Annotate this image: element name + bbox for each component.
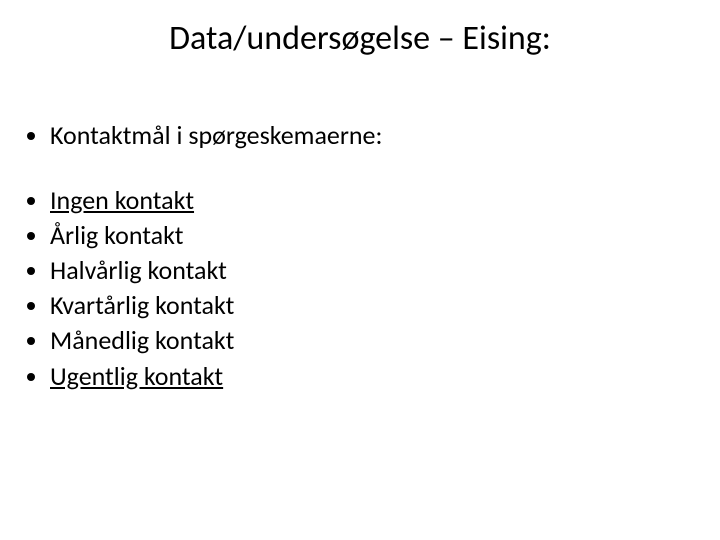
- list-item-text: Ugentlig kontakt: [50, 360, 223, 392]
- list-item-text: Kvartårlig kontakt: [50, 289, 234, 321]
- list-item-text: Månedlig kontakt: [50, 324, 234, 356]
- slide: Data/undersøgelse – Eising: Kontaktmål i…: [0, 0, 720, 540]
- bullet-list-level1: Kontaktmål i spørgeskemaerne:: [28, 118, 680, 153]
- intro-text: Kontaktmål i spørgeskemaerne:: [50, 119, 382, 151]
- list-item: Ingen kontakt: [50, 183, 680, 218]
- list-item: Ugentlig kontakt: [50, 359, 680, 394]
- list-item-text: Halvårlig kontakt: [50, 254, 227, 286]
- slide-title: Data/undersøgelse – Eising:: [0, 18, 720, 59]
- intro-bullet: Kontaktmål i spørgeskemaerne:: [50, 118, 680, 153]
- list-item: Månedlig kontakt: [50, 323, 680, 358]
- list-item: Halvårlig kontakt: [50, 253, 680, 288]
- list-item: Kvartårlig kontakt: [50, 288, 680, 323]
- list-item-text: Årlig kontakt: [50, 219, 183, 251]
- bullet-list-level2: Ingen kontakt Årlig kontakt Halvårlig ko…: [28, 183, 680, 394]
- slide-body: Kontaktmål i spørgeskemaerne: Ingen kont…: [28, 118, 680, 394]
- list-item: Årlig kontakt: [50, 218, 680, 253]
- list-item-text: Ingen kontakt: [50, 184, 194, 216]
